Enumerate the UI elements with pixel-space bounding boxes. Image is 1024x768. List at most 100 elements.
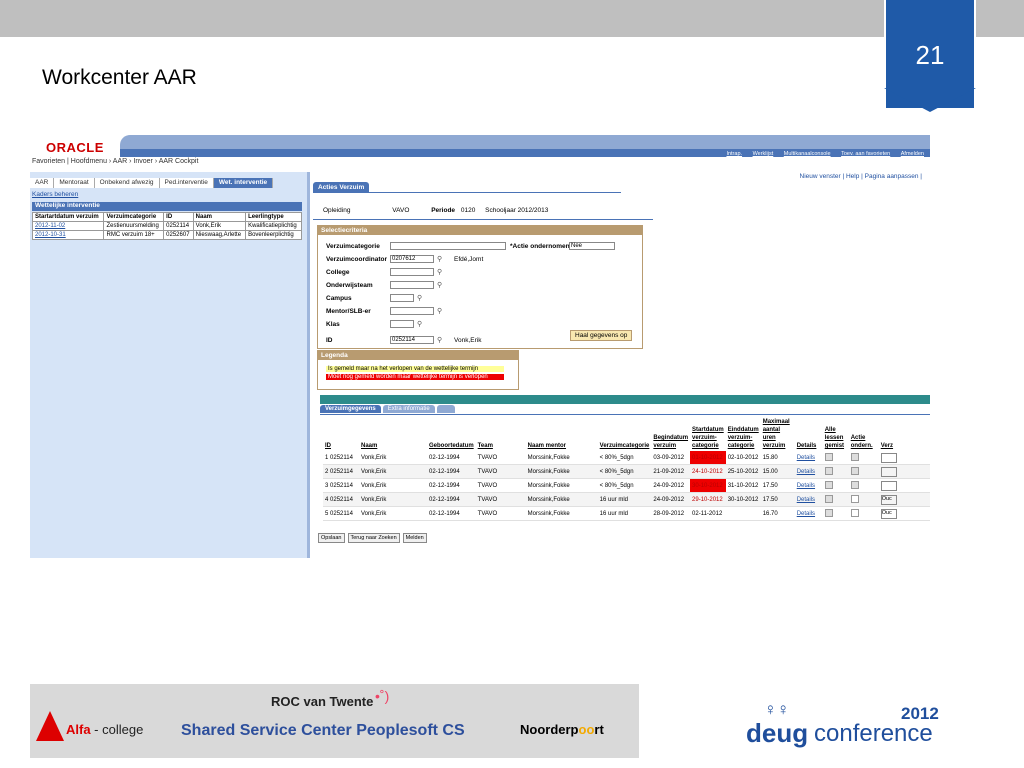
checkbox-alle-lessen[interactable] xyxy=(824,494,833,503)
klas-input[interactable] xyxy=(390,320,414,328)
onderwijsteam-input[interactable] xyxy=(390,281,434,289)
verz-select[interactable]: Ouc xyxy=(880,508,897,519)
cell: TVAVO xyxy=(475,492,526,507)
cell: 16.70 xyxy=(760,506,795,521)
link-favorieten[interactable]: Toev. aan favorieten xyxy=(841,151,890,157)
checkbox-alle-lessen[interactable] xyxy=(824,508,833,517)
cell xyxy=(878,451,930,465)
cell: Vonk,Erik xyxy=(359,492,427,507)
verz-select[interactable]: Ouc xyxy=(880,494,897,505)
col-geboortedatum[interactable]: Geboortedatum xyxy=(427,417,476,451)
terug-naar-zoeken-button[interactable]: Terug naar Zoeken xyxy=(347,533,400,543)
kaders-beheren-link[interactable]: Kaders beheren xyxy=(32,191,78,198)
tab-ped-interventie[interactable]: Ped.interventie xyxy=(159,178,214,188)
search-icon[interactable]: ⚲ xyxy=(437,268,442,276)
cell: Vonk,Erik xyxy=(359,506,427,521)
cell xyxy=(848,506,879,521)
col-verz[interactable]: Verz xyxy=(879,417,930,451)
people-icon: ♀♀ xyxy=(764,700,790,719)
verz-select[interactable] xyxy=(880,452,897,463)
campus-input[interactable] xyxy=(390,294,414,302)
cell xyxy=(848,492,879,507)
date-link[interactable]: 2012-10-31 xyxy=(31,230,105,240)
search-icon[interactable]: ⚲ xyxy=(437,307,442,315)
col-naam[interactable]: Naam xyxy=(359,417,427,451)
haal-gegevens-button[interactable]: Haal gegevens op xyxy=(570,330,633,341)
link-werklijst[interactable]: Werklijst xyxy=(753,151,774,157)
id-input[interactable]: 0252114 xyxy=(390,336,434,344)
legenda-panel: Legenda Is gemeld maar na het verlopen v… xyxy=(317,350,519,390)
table-row: 4 0252114 Vonk,Erik 02-12-1994 TVAVO Mor… xyxy=(323,492,930,507)
col-verzuimcategorie[interactable]: Verzuimcategorie xyxy=(598,417,652,451)
link-intrap[interactable]: Intrap. xyxy=(726,151,742,157)
cell: 02-11-2012 xyxy=(690,506,726,521)
checkbox-actie[interactable] xyxy=(850,508,859,517)
checkbox-actie[interactable] xyxy=(850,480,859,489)
checkbox-alle-lessen[interactable] xyxy=(824,466,833,475)
cell xyxy=(822,478,849,493)
selectiecriteria-title: Selectiecriteria xyxy=(318,226,642,235)
details-link[interactable]: Details xyxy=(794,492,823,507)
mentor-label: Mentor/SLB-er xyxy=(326,308,371,315)
col-details[interactable]: Details xyxy=(795,417,823,451)
cell: Morssink,Fokke xyxy=(525,451,598,465)
checkbox-alle-lessen[interactable] xyxy=(824,452,833,461)
link-multikanaal[interactable]: Multikanaalconsole xyxy=(784,151,831,157)
mentor-input[interactable] xyxy=(390,307,434,315)
details-link[interactable]: Details xyxy=(794,506,823,521)
details-link[interactable]: Details xyxy=(794,464,823,479)
table-row: 3 0252114 Vonk,Erik 02-12-1994 TVAVO Mor… xyxy=(323,478,930,493)
col-id[interactable]: ID xyxy=(323,417,359,451)
verz-select[interactable] xyxy=(880,466,897,477)
slide-title: Workcenter AAR xyxy=(42,66,197,89)
opslaan-button[interactable]: Opslaan xyxy=(318,533,345,543)
col-actie[interactable]: Actie ondern. xyxy=(849,417,879,451)
link-afmelden[interactable]: Afmelden xyxy=(901,151,924,157)
breadcrumb[interactable]: Favorieten | Hoofdmenu › AAR › Invoer › … xyxy=(32,158,198,165)
col-startdatum[interactable]: Startdatum verzuim-categorie xyxy=(690,417,726,451)
date-link[interactable]: 2012-11-02 xyxy=(31,221,105,231)
col-begindatum[interactable]: Begindatum verzuim xyxy=(651,417,690,451)
col-naam-mentor[interactable]: Naam mentor xyxy=(526,417,598,451)
col-team[interactable]: Team xyxy=(476,417,526,451)
college-label: College xyxy=(326,269,350,276)
details-link[interactable]: Details xyxy=(794,451,823,465)
right-links[interactable]: Nieuw venster | Help | Pagina aanpassen … xyxy=(800,173,923,180)
melden-button[interactable]: Melden xyxy=(402,533,427,543)
actie-select[interactable]: Nee xyxy=(569,242,615,250)
cell: 03-09-2012 xyxy=(651,451,691,465)
col-alle-lessen[interactable]: Alle lessen gemist xyxy=(823,417,849,451)
tab-verzuimgegevens[interactable]: Verzuimgegevens xyxy=(320,405,381,413)
col-max-uren[interactable]: Maximaal aantal uren verzuim xyxy=(761,417,795,451)
details-link[interactable]: Details xyxy=(794,478,823,493)
cell-id: 1 0252114 xyxy=(323,451,359,465)
checkbox-actie[interactable] xyxy=(850,494,859,503)
cell-highlight: 01-10-2012 xyxy=(690,451,726,465)
checkbox-actie[interactable] xyxy=(850,466,859,475)
selectiecriteria-panel: Selectiecriteria Verzuimcategorie *Actie… xyxy=(317,225,643,349)
top-links: Intrap. Werklijst Multikanaalconsole Toe… xyxy=(717,151,924,157)
panel-separator[interactable] xyxy=(307,172,310,558)
search-icon[interactable]: ⚲ xyxy=(437,336,442,344)
id-label: ID xyxy=(326,337,333,344)
campus-label: Campus xyxy=(326,295,352,302)
tab-extra-informatie[interactable]: Extra informatie xyxy=(382,405,435,413)
verz-select[interactable] xyxy=(880,480,897,491)
tab-aar[interactable]: AAR xyxy=(30,178,55,188)
tab-wet-interventie[interactable]: Wet. interventie xyxy=(213,178,274,188)
search-icon[interactable]: ⚲ xyxy=(417,294,422,302)
checkbox-alle-lessen[interactable] xyxy=(824,480,833,489)
cell: 24-09-2012 xyxy=(651,492,691,507)
verzuimcategorie-select[interactable] xyxy=(390,242,506,250)
search-icon[interactable]: ⚲ xyxy=(437,255,442,263)
search-icon[interactable]: ⚲ xyxy=(417,320,422,328)
college-input[interactable] xyxy=(390,268,434,276)
col-einddatum[interactable]: Einddatum verzuim-categorie xyxy=(726,417,761,451)
search-icon[interactable]: ⚲ xyxy=(437,281,442,289)
verzuimcoordinator-input[interactable]: 0207612 xyxy=(390,255,434,263)
checkbox-actie[interactable] xyxy=(850,452,859,461)
tab-show-all[interactable] xyxy=(436,405,455,413)
cell: 02-12-1994 xyxy=(427,492,476,507)
tab-mentoraat[interactable]: Mentoraat xyxy=(54,178,95,188)
tab-onbekend-afwezig[interactable]: Onbekend afwezig xyxy=(94,178,160,188)
